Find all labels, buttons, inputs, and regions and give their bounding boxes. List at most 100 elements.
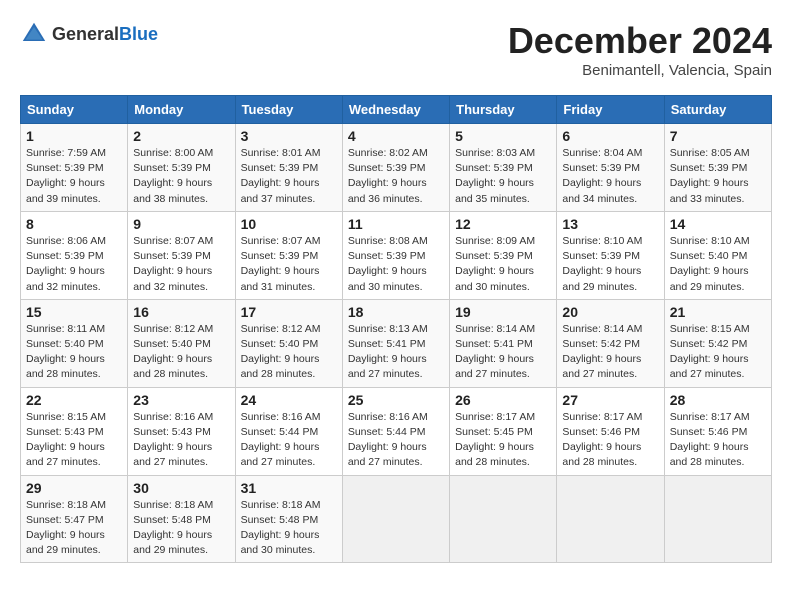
day-number: 31 (241, 480, 337, 496)
day-number: 25 (348, 392, 444, 408)
table-row: 24Sunrise: 8:16 AMSunset: 5:44 PMDayligh… (235, 387, 342, 475)
day-info: Sunrise: 8:01 AMSunset: 5:39 PMDaylight:… (241, 146, 337, 207)
table-row: 27Sunrise: 8:17 AMSunset: 5:46 PMDayligh… (557, 387, 664, 475)
table-row: 18 Sunrise: 8:13 AMSunset: 5:41 PMDayligh… (342, 299, 449, 387)
table-row: 26Sunrise: 8:17 AMSunset: 5:45 PMDayligh… (450, 387, 557, 475)
day-number: 11 (348, 216, 444, 232)
table-row: 30 Sunrise: 8:18 AMSunset: 5:48 PMDayligh… (128, 475, 235, 563)
day-info: Sunrise: 8:12 AMSunset: 5:40 PMDaylight:… (241, 322, 337, 383)
day-number: 30 (133, 480, 229, 496)
day-info: Sunrise: 8:11 AMSunset: 5:40 PMDaylight:… (26, 322, 122, 383)
day-info: Sunrise: 8:12 AMSunset: 5:40 PMDaylight:… (133, 322, 229, 383)
day-info: Sunrise: 8:15 AMSunset: 5:42 PMDaylight:… (670, 322, 766, 383)
col-friday: Friday (557, 96, 664, 124)
table-row: 19Sunrise: 8:14 AMSunset: 5:41 PMDayligh… (450, 299, 557, 387)
day-info: Sunrise: 8:14 AMSunset: 5:42 PMDaylight:… (562, 322, 658, 383)
table-row: 12 Sunrise: 8:09 AMSunset: 5:39 PMDayligh… (450, 211, 557, 299)
day-info: Sunrise: 8:13 AMSunset: 5:41 PMDaylight:… (348, 322, 444, 383)
day-number: 17 (241, 304, 337, 320)
day-info: Sunrise: 8:05 AMSunset: 5:39 PMDaylight:… (670, 146, 766, 207)
table-row: 7 Sunrise: 8:05 AMSunset: 5:39 PMDaylight… (664, 124, 771, 212)
location-title: Benimantell, Valencia, Spain (508, 62, 772, 79)
month-title: December 2024 (508, 20, 772, 62)
logo-text: GeneralBlue (52, 24, 158, 45)
table-row: 9Sunrise: 8:07 AMSunset: 5:39 PMDaylight… (128, 211, 235, 299)
day-number: 28 (670, 392, 766, 408)
day-number: 6 (562, 128, 658, 144)
day-number: 14 (670, 216, 766, 232)
table-row: 22Sunrise: 8:15 AMSunset: 5:43 PMDayligh… (21, 387, 128, 475)
col-tuesday: Tuesday (235, 96, 342, 124)
table-row: 10 Sunrise: 8:07 AMSunset: 5:39 PMDayligh… (235, 211, 342, 299)
table-row: 4 Sunrise: 8:02 AMSunset: 5:39 PMDaylight… (342, 124, 449, 212)
col-sunday: Sunday (21, 96, 128, 124)
table-row: 8 Sunrise: 8:06 AMSunset: 5:39 PMDaylight… (21, 211, 128, 299)
calendar-header-row: Sunday Monday Tuesday Wednesday Thursday… (21, 96, 772, 124)
day-info: Sunrise: 8:16 AMSunset: 5:43 PMDaylight:… (133, 410, 229, 471)
table-row: 25Sunrise: 8:16 AMSunset: 5:44 PMDayligh… (342, 387, 449, 475)
table-row: 28 Sunrise: 8:17 AMSunset: 5:46 PMDayligh… (664, 387, 771, 475)
day-number: 13 (562, 216, 658, 232)
calendar-row: 1Sunrise: 7:59 AMSunset: 5:39 PMDaylight… (21, 124, 772, 212)
day-number: 2 (133, 128, 229, 144)
day-info: Sunrise: 8:06 AMSunset: 5:39 PMDaylight:… (26, 234, 122, 295)
day-number: 10 (241, 216, 337, 232)
empty-cell (450, 475, 557, 563)
table-row: 23 Sunrise: 8:16 AMSunset: 5:43 PMDayligh… (128, 387, 235, 475)
day-number: 29 (26, 480, 122, 496)
table-row: 5 Sunrise: 8:03 AMSunset: 5:39 PMDaylight… (450, 124, 557, 212)
table-row: 15 Sunrise: 8:11 AMSunset: 5:40 PMDayligh… (21, 299, 128, 387)
table-row: 14 Sunrise: 8:10 AMSunset: 5:40 PMDayligh… (664, 211, 771, 299)
logo: GeneralBlue (20, 20, 158, 48)
day-number: 8 (26, 216, 122, 232)
col-monday: Monday (128, 96, 235, 124)
day-info: Sunrise: 8:02 AMSunset: 5:39 PMDaylight:… (348, 146, 444, 207)
page-header: GeneralBlue December 2024 Benimantell, V… (20, 20, 772, 79)
day-info: Sunrise: 8:17 AMSunset: 5:46 PMDaylight:… (562, 410, 658, 471)
day-info: Sunrise: 8:17 AMSunset: 5:46 PMDaylight:… (670, 410, 766, 471)
table-row: 13 Sunrise: 8:10 AMSunset: 5:39 PMDayligh… (557, 211, 664, 299)
day-info: Sunrise: 8:18 AMSunset: 5:48 PMDaylight:… (133, 498, 229, 559)
day-number: 7 (670, 128, 766, 144)
col-thursday: Thursday (450, 96, 557, 124)
day-number: 12 (455, 216, 551, 232)
table-row: 16 Sunrise: 8:12 AMSunset: 5:40 PMDayligh… (128, 299, 235, 387)
calendar-row: 29 Sunrise: 8:18 AMSunset: 5:47 PMDayligh… (21, 475, 772, 563)
calendar-row: 22Sunrise: 8:15 AMSunset: 5:43 PMDayligh… (21, 387, 772, 475)
day-number: 4 (348, 128, 444, 144)
day-number: 23 (133, 392, 229, 408)
day-info: Sunrise: 8:17 AMSunset: 5:45 PMDaylight:… (455, 410, 551, 471)
day-info: Sunrise: 8:18 AMSunset: 5:48 PMDaylight:… (241, 498, 337, 559)
day-number: 5 (455, 128, 551, 144)
table-row: 21 Sunrise: 8:15 AMSunset: 5:42 PMDayligh… (664, 299, 771, 387)
table-row: 3Sunrise: 8:01 AMSunset: 5:39 PMDaylight… (235, 124, 342, 212)
day-number: 18 (348, 304, 444, 320)
day-info: Sunrise: 8:10 AMSunset: 5:40 PMDaylight:… (670, 234, 766, 295)
logo-general: General (52, 24, 119, 44)
day-number: 21 (670, 304, 766, 320)
table-row: 17 Sunrise: 8:12 AMSunset: 5:40 PMDayligh… (235, 299, 342, 387)
col-wednesday: Wednesday (342, 96, 449, 124)
table-row: 6Sunrise: 8:04 AMSunset: 5:39 PMDaylight… (557, 124, 664, 212)
day-number: 24 (241, 392, 337, 408)
day-info: Sunrise: 8:09 AMSunset: 5:39 PMDaylight:… (455, 234, 551, 295)
col-saturday: Saturday (664, 96, 771, 124)
calendar-row: 15 Sunrise: 8:11 AMSunset: 5:40 PMDayligh… (21, 299, 772, 387)
empty-cell (342, 475, 449, 563)
day-number: 20 (562, 304, 658, 320)
day-number: 15 (26, 304, 122, 320)
day-number: 19 (455, 304, 551, 320)
table-row: 29 Sunrise: 8:18 AMSunset: 5:47 PMDayligh… (21, 475, 128, 563)
calendar-table: Sunday Monday Tuesday Wednesday Thursday… (20, 95, 772, 563)
day-number: 9 (133, 216, 229, 232)
title-area: December 2024 Benimantell, Valencia, Spa… (508, 20, 772, 79)
day-info: Sunrise: 8:15 AMSunset: 5:43 PMDaylight:… (26, 410, 122, 471)
table-row: 31 Sunrise: 8:18 AMSunset: 5:48 PMDayligh… (235, 475, 342, 563)
day-info: Sunrise: 8:18 AMSunset: 5:47 PMDaylight:… (26, 498, 122, 559)
day-info: Sunrise: 8:03 AMSunset: 5:39 PMDaylight:… (455, 146, 551, 207)
empty-cell (664, 475, 771, 563)
day-info: Sunrise: 8:10 AMSunset: 5:39 PMDaylight:… (562, 234, 658, 295)
day-number: 16 (133, 304, 229, 320)
logo-icon (20, 20, 48, 48)
day-info: Sunrise: 8:07 AMSunset: 5:39 PMDaylight:… (241, 234, 337, 295)
